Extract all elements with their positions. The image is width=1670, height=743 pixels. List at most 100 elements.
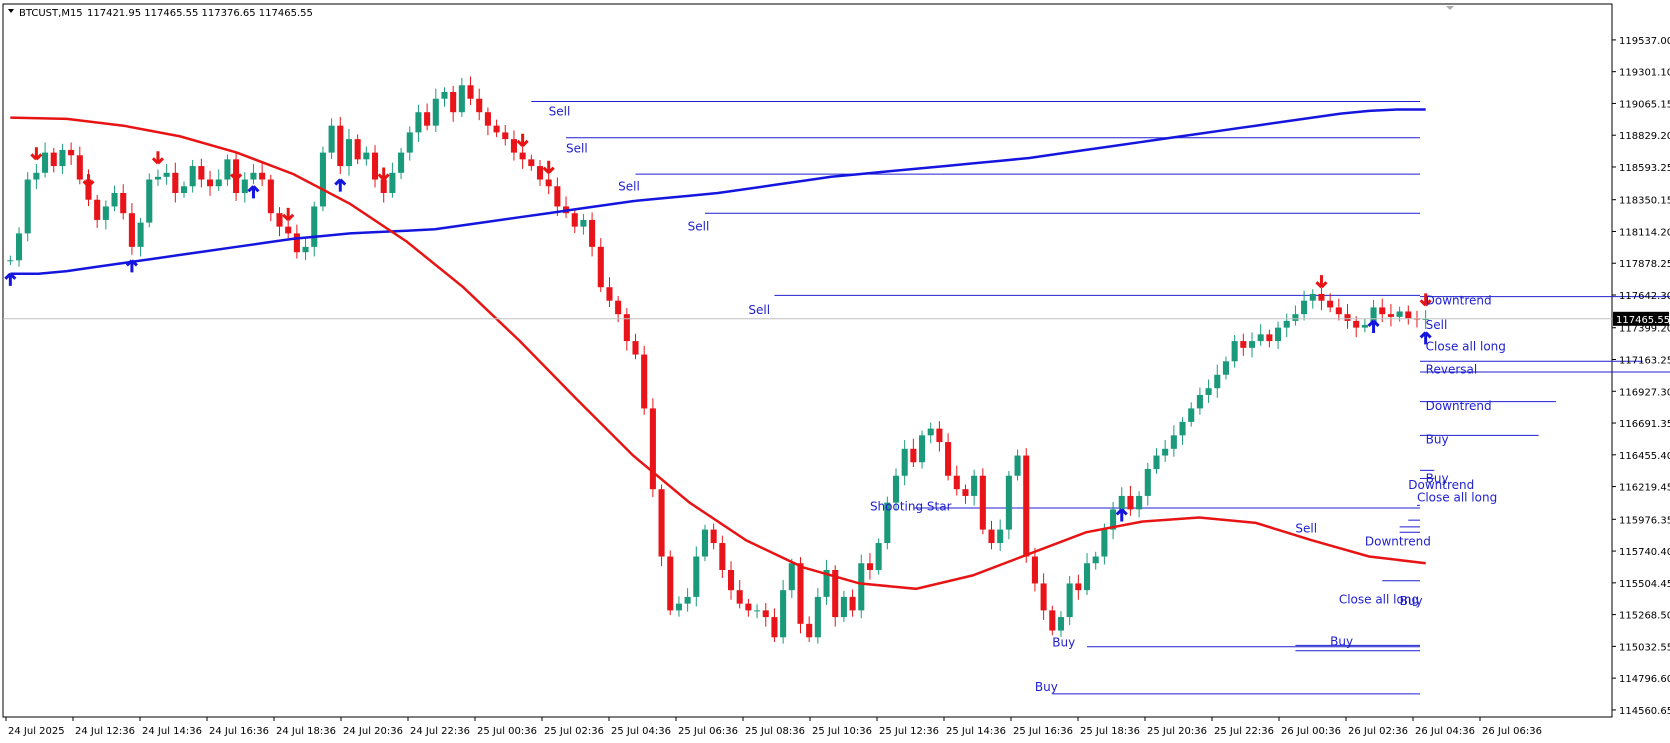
time-tick-label: 25 Jul 22:36 — [1214, 726, 1274, 737]
candle-body — [215, 179, 222, 187]
signal-label: Reversal — [1426, 362, 1478, 376]
price-chart[interactable]: BTCUST,M15 117421.95 117465.55 117376.65… — [0, 0, 1670, 743]
candle-body — [154, 176, 161, 180]
candle-body — [7, 260, 14, 262]
candle-body — [1057, 617, 1065, 631]
candle-body — [345, 139, 353, 167]
candle-body — [33, 172, 40, 180]
time-tick-label: 25 Jul 04:36 — [611, 726, 671, 737]
candle-body — [1301, 300, 1308, 315]
candle-body — [788, 563, 795, 591]
candle-body — [910, 448, 917, 463]
candle-body — [571, 213, 578, 227]
candle-body — [979, 475, 986, 530]
candle-body — [484, 112, 491, 126]
time-tick-label: 25 Jul 08:36 — [745, 726, 805, 737]
candle-body — [328, 125, 335, 153]
candle-body — [1309, 293, 1316, 301]
signal-label: Sell — [1426, 318, 1448, 332]
price-tick-label: 117642.30 — [1619, 291, 1670, 302]
time-tick-label: 25 Jul 18:36 — [1080, 726, 1140, 737]
candle-body — [1240, 341, 1247, 348]
candle-body — [285, 226, 292, 234]
time-tick-label: 25 Jul 14:36 — [946, 726, 1006, 737]
time-tick-label: 24 Jul 18:36 — [276, 726, 336, 737]
time-tick-label: 26 Jul 00:36 — [1281, 726, 1341, 737]
candle-body — [224, 159, 231, 180]
candle-body — [1014, 455, 1021, 476]
candle-body — [1405, 311, 1412, 319]
price-tick-label: 115504.45 — [1619, 579, 1670, 590]
candle-body — [945, 442, 952, 476]
candle-body — [927, 428, 934, 436]
signal-label: Buy — [1035, 680, 1058, 694]
candle-body — [415, 112, 422, 133]
candle-body — [1353, 320, 1360, 328]
candle-body — [1127, 495, 1134, 510]
price-tick-label: 116455.40 — [1619, 451, 1670, 462]
time-tick-label: 25 Jul 02:36 — [544, 726, 604, 737]
candle-body — [493, 125, 500, 133]
candle-body — [675, 603, 682, 611]
candle-body — [337, 125, 344, 167]
candle-body — [649, 408, 656, 490]
candle-body — [250, 172, 257, 180]
price-tick-label: 118114.20 — [1619, 227, 1670, 238]
candle-body — [1379, 307, 1386, 315]
candle-body — [580, 219, 587, 227]
candle-body — [1188, 408, 1195, 422]
candle-body — [363, 152, 370, 160]
candle-body — [198, 166, 205, 180]
price-tick-label: 116691.35 — [1619, 419, 1670, 430]
candle-body — [797, 563, 804, 624]
candle-body — [528, 159, 535, 167]
signal-label: Buy — [1426, 432, 1449, 446]
time-tick-label: 24 Jul 20:36 — [343, 726, 403, 737]
candle-body — [693, 556, 700, 597]
candle-body — [302, 246, 309, 253]
candle-body — [1214, 374, 1221, 389]
candle-body — [1005, 475, 1012, 530]
candle-body — [745, 603, 752, 611]
candle-body — [1023, 455, 1030, 557]
candle-body — [111, 192, 118, 207]
signal-label: Sell — [1295, 521, 1317, 535]
candle-body — [1153, 455, 1160, 469]
candle-body — [1257, 334, 1264, 342]
signal-label: Sell — [688, 220, 710, 234]
signal-label: Buy — [1400, 594, 1423, 608]
candle-body — [406, 132, 413, 153]
candle-body — [1075, 583, 1082, 591]
candle-body — [536, 166, 544, 180]
candle-body — [319, 152, 326, 207]
ohlc-readout: 117421.95 117465.55 117376.65 117465.55 — [87, 8, 313, 19]
candle-body — [1162, 448, 1169, 456]
candle-body — [1040, 583, 1047, 611]
signal-label: Downtrend — [1365, 535, 1431, 549]
candle-body — [1327, 300, 1334, 308]
candle-body — [632, 341, 639, 355]
candle-body — [736, 590, 743, 604]
candle-body — [15, 233, 23, 261]
candle-body — [1318, 293, 1325, 301]
price-tick-label: 119301.10 — [1619, 68, 1670, 79]
candle-body — [172, 172, 179, 193]
candle-body — [901, 448, 908, 476]
candle-body — [754, 610, 761, 612]
current-price-label: 117465.55 — [1616, 315, 1670, 326]
price-tick-label: 115740.40 — [1619, 547, 1670, 558]
time-tick-label: 25 Jul 10:36 — [812, 726, 872, 737]
candle-body — [276, 213, 283, 227]
candle-body — [241, 179, 248, 193]
candle-body — [875, 543, 882, 570]
time-tick-label: 24 Jul 12:36 — [75, 726, 135, 737]
candle-body — [120, 192, 127, 214]
candle-body — [727, 569, 735, 591]
candle-body — [780, 590, 787, 638]
time-tick-label: 25 Jul 20:36 — [1147, 726, 1207, 737]
price-tick-label: 116927.30 — [1619, 387, 1670, 398]
time-tick-label: 26 Jul 02:36 — [1348, 726, 1408, 737]
candle-body — [102, 206, 109, 220]
candle-body — [710, 529, 717, 544]
candle-body — [806, 623, 813, 638]
